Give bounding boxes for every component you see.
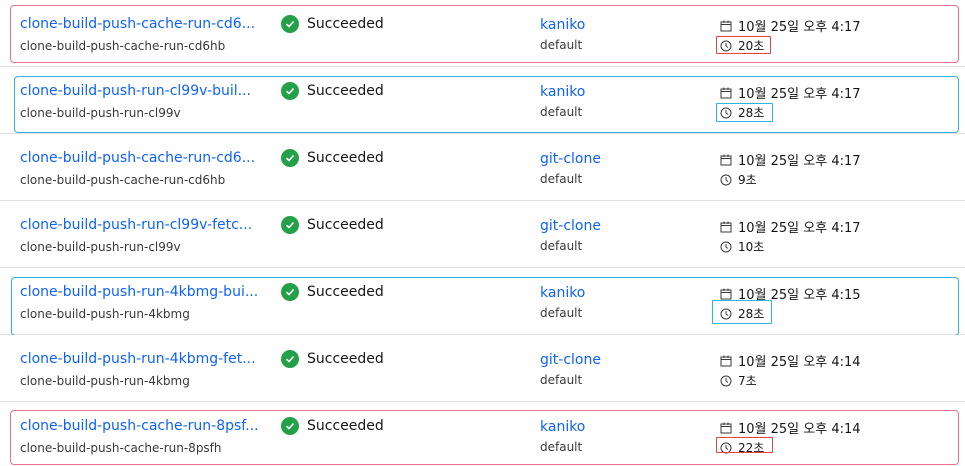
duration-text: 9초 [738,173,757,187]
status-label: Succeeded [307,16,384,32]
taskrun-list: clone-build-push-cache-run-cd6... clone-… [0,0,965,466]
calendar-icon [720,87,732,99]
status-label: Succeeded [307,150,384,166]
namespace: default [540,172,583,186]
taskrun-row[interactable]: clone-build-push-run-4kbmg-fet... clone-… [0,335,965,402]
success-check-icon [281,417,299,435]
duration-text: 20초 [738,39,765,53]
success-check-icon [281,149,299,167]
start-time: 10월 25일 오후 4:17 [720,83,861,102]
start-time: 10월 25일 오후 4:15 [720,284,861,303]
calendar-icon [720,355,732,367]
status: Succeeded [281,216,384,234]
start-time: 10월 25일 오후 4:17 [720,217,861,236]
task-link[interactable]: kaniko [540,17,585,33]
duration: 22초 [720,439,764,456]
status-label: Succeeded [307,351,384,367]
task-link[interactable]: kaniko [540,84,585,100]
duration-text: 28초 [738,307,765,321]
calendar-icon [720,288,732,300]
namespace: default [540,38,583,52]
pipelinerun-name: clone-build-push-run-4kbmg [20,374,190,388]
clock-icon [720,308,732,320]
status-label: Succeeded [307,217,384,233]
status: Succeeded [281,350,384,368]
clock-icon [720,174,732,186]
duration: 20초 [720,37,764,54]
success-check-icon [281,216,299,234]
taskrun-row[interactable]: clone-build-push-cache-run-cd6... clone-… [0,0,965,67]
start-time: 10월 25일 오후 4:17 [720,16,861,35]
taskrun-row[interactable]: clone-build-push-cache-run-8psf... clone… [0,402,965,466]
duration: 9초 [720,171,757,188]
status: Succeeded [281,15,384,33]
namespace: default [540,306,583,320]
clock-icon [720,442,732,454]
taskrun-row[interactable]: clone-build-push-cache-run-cd6... clone-… [0,134,965,201]
start-time-text: 10월 25일 오후 4:17 [738,20,861,35]
duration-text: 22초 [738,441,765,455]
calendar-icon [720,221,732,233]
status: Succeeded [281,417,384,435]
taskrun-row[interactable]: clone-build-push-run-4kbmg-bui... clone-… [0,268,965,336]
duration-text: 7초 [738,374,757,388]
taskrun-row[interactable]: clone-build-push-run-cl99v-buil... clone… [0,67,965,134]
success-check-icon [281,15,299,33]
duration: 28초 [720,104,764,121]
namespace: default [540,105,583,119]
clock-icon [720,375,732,387]
start-time: 10월 25일 오후 4:14 [720,418,861,437]
start-time-text: 10월 25일 오후 4:14 [738,422,861,437]
status-label: Succeeded [307,83,384,99]
start-time-text: 10월 25일 오후 4:17 [738,87,861,102]
namespace: default [540,239,583,253]
taskrun-name-link[interactable]: clone-build-push-run-4kbmg-fet... [20,351,256,367]
pipelinerun-name: clone-build-push-run-cl99v [20,106,181,120]
calendar-icon [720,154,732,166]
start-time: 10월 25일 오후 4:14 [720,351,861,370]
start-time-text: 10월 25일 오후 4:14 [738,355,861,370]
duration: 7초 [720,372,757,389]
clock-icon [720,107,732,119]
namespace: default [540,440,583,454]
task-link[interactable]: kaniko [540,285,585,301]
taskrun-name-link[interactable]: clone-build-push-run-cl99v-fetc... [20,217,252,233]
taskrun-name-link[interactable]: clone-build-push-cache-run-cd6... [20,150,255,166]
taskrun-row[interactable]: clone-build-push-run-cl99v-fetc... clone… [0,201,965,268]
pipelinerun-name: clone-build-push-run-cl99v [20,240,181,254]
status: Succeeded [281,82,384,100]
clock-icon [720,241,732,253]
success-check-icon [281,283,299,301]
pipelinerun-name: clone-build-push-cache-run-cd6hb [20,39,226,53]
taskrun-name-link[interactable]: clone-build-push-run-4kbmg-bui... [20,284,258,300]
taskrun-name-link[interactable]: clone-build-push-cache-run-8psf... [20,418,259,434]
task-link[interactable]: git-clone [540,151,601,167]
clock-icon [720,40,732,52]
duration-text: 10초 [738,240,765,254]
success-check-icon [281,350,299,368]
task-link[interactable]: kaniko [540,419,585,435]
taskrun-name-link[interactable]: clone-build-push-cache-run-cd6... [20,16,255,32]
pipelinerun-name: clone-build-push-run-4kbmg [20,307,190,321]
status: Succeeded [281,149,384,167]
taskrun-name-link[interactable]: clone-build-push-run-cl99v-buil... [20,83,251,99]
start-time-text: 10월 25일 오후 4:17 [738,221,861,236]
calendar-icon [720,20,732,32]
start-time-text: 10월 25일 오후 4:15 [738,288,861,303]
start-time-text: 10월 25일 오후 4:17 [738,154,861,169]
duration: 10초 [720,238,764,255]
status-label: Succeeded [307,418,384,434]
status: Succeeded [281,283,384,301]
task-link[interactable]: git-clone [540,352,601,368]
calendar-icon [720,422,732,434]
success-check-icon [281,82,299,100]
namespace: default [540,373,583,387]
pipelinerun-name: clone-build-push-cache-run-cd6hb [20,173,226,187]
status-label: Succeeded [307,284,384,300]
pipelinerun-name: clone-build-push-cache-run-8psfh [20,441,222,455]
task-link[interactable]: git-clone [540,218,601,234]
duration: 28초 [720,305,764,322]
duration-text: 28초 [738,106,765,120]
start-time: 10월 25일 오후 4:17 [720,150,861,169]
